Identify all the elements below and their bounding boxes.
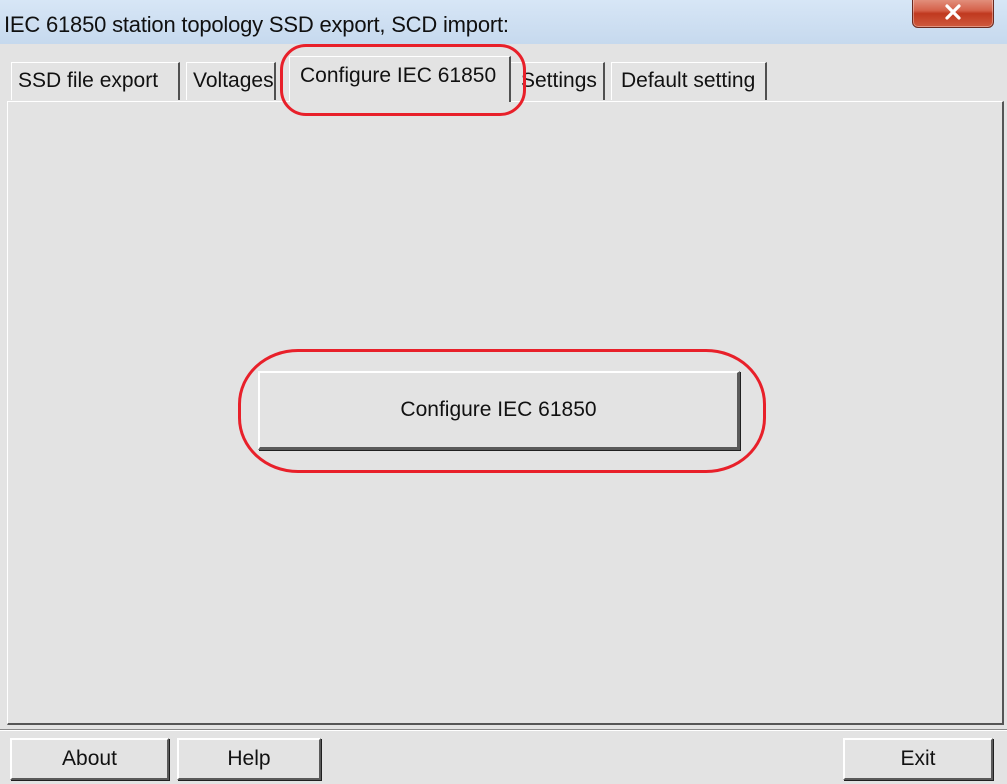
exit-button[interactable]: Exit xyxy=(843,738,993,780)
footer-separator xyxy=(0,729,1007,731)
tab-default-setting[interactable]: Default setting xyxy=(611,62,767,100)
tab-label: Voltages xyxy=(193,69,274,92)
button-label: Exit xyxy=(900,747,936,770)
button-label: Help xyxy=(227,747,271,770)
close-icon xyxy=(943,4,963,20)
tab-label: Settings xyxy=(521,69,597,92)
about-button[interactable]: About xyxy=(10,738,169,780)
tab-settings[interactable]: Settings xyxy=(508,62,605,100)
tab-ssd-file-export[interactable]: SSD file export xyxy=(11,62,180,100)
tab-configure-iec-61850[interactable]: Configure IEC 61850 xyxy=(289,56,511,102)
tab-label: SSD file export xyxy=(18,69,159,92)
close-button[interactable] xyxy=(912,0,994,28)
window-title: IEC 61850 station topology SSD export, S… xyxy=(4,12,509,37)
button-label: Configure IEC 61850 xyxy=(400,398,597,421)
title-bar[interactable]: IEC 61850 station topology SSD export, S… xyxy=(0,0,1007,44)
help-button[interactable]: Help xyxy=(177,738,321,780)
tab-label: Configure IEC 61850 xyxy=(300,64,497,87)
tab-label: Default setting xyxy=(621,69,756,92)
button-label: About xyxy=(62,747,117,770)
tab-voltages[interactable]: Voltages xyxy=(186,62,276,100)
configure-iec-61850-button[interactable]: Configure IEC 61850 xyxy=(258,371,740,450)
dialog-window: IEC 61850 station topology SSD export, S… xyxy=(0,0,1007,784)
